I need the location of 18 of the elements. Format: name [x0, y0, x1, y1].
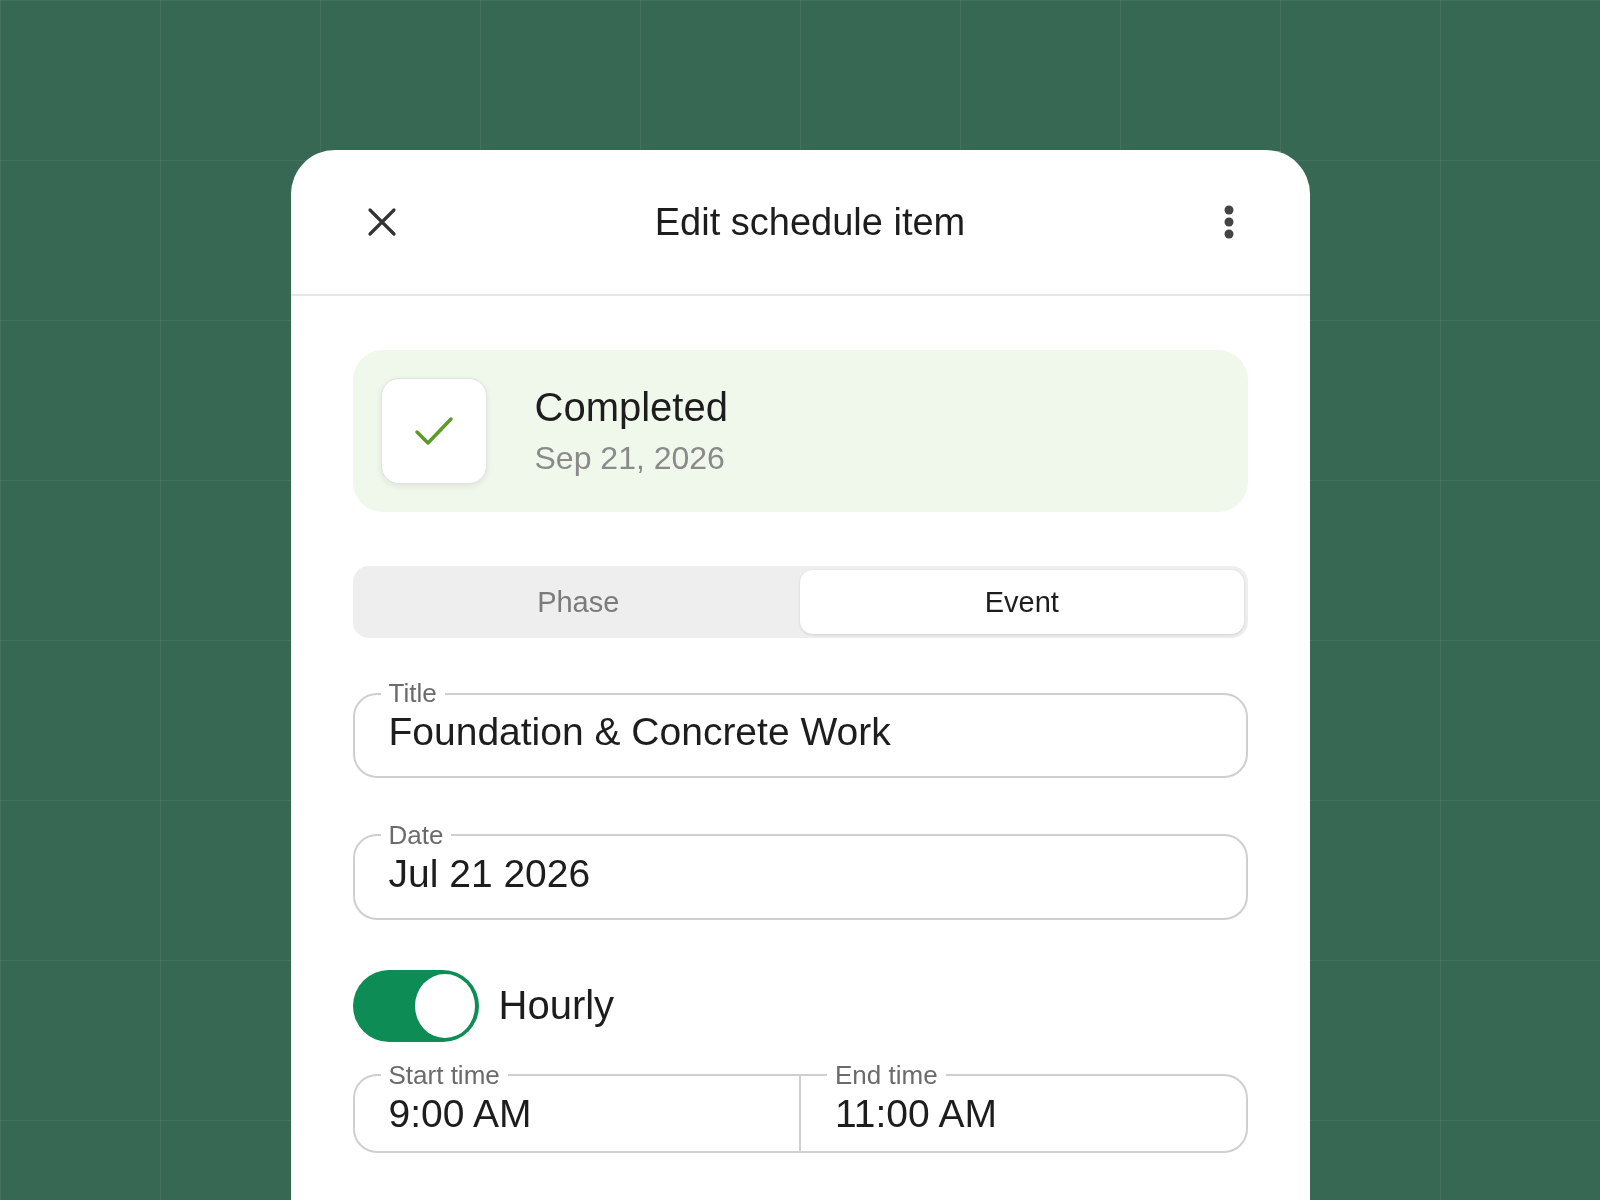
more-icon	[1223, 205, 1234, 239]
type-tab[interactable]: Event	[800, 570, 1244, 634]
field-value: Foundation & Concrete Work	[388, 709, 892, 755]
field-label: Date	[387, 819, 445, 851]
field-value: 11:00 AM	[835, 1090, 998, 1137]
check-icon	[413, 415, 454, 447]
status-date: Sep 21, 2026	[534, 440, 726, 477]
field-value: Jul 21 2026	[388, 850, 592, 897]
completed-checkbox[interactable]	[380, 378, 487, 484]
field-label: End time	[834, 1059, 939, 1091]
close-icon	[366, 207, 397, 237]
field-label: Start time	[387, 1059, 501, 1091]
field-value: 9:00 AM	[388, 1090, 533, 1137]
dialog-title: Edit schedule item	[654, 200, 966, 244]
type-tab[interactable]: Phase	[356, 570, 800, 634]
status-label: Completed	[534, 385, 728, 430]
field-label: Title	[387, 678, 438, 709]
hourly-label: Hourly	[498, 983, 615, 1029]
